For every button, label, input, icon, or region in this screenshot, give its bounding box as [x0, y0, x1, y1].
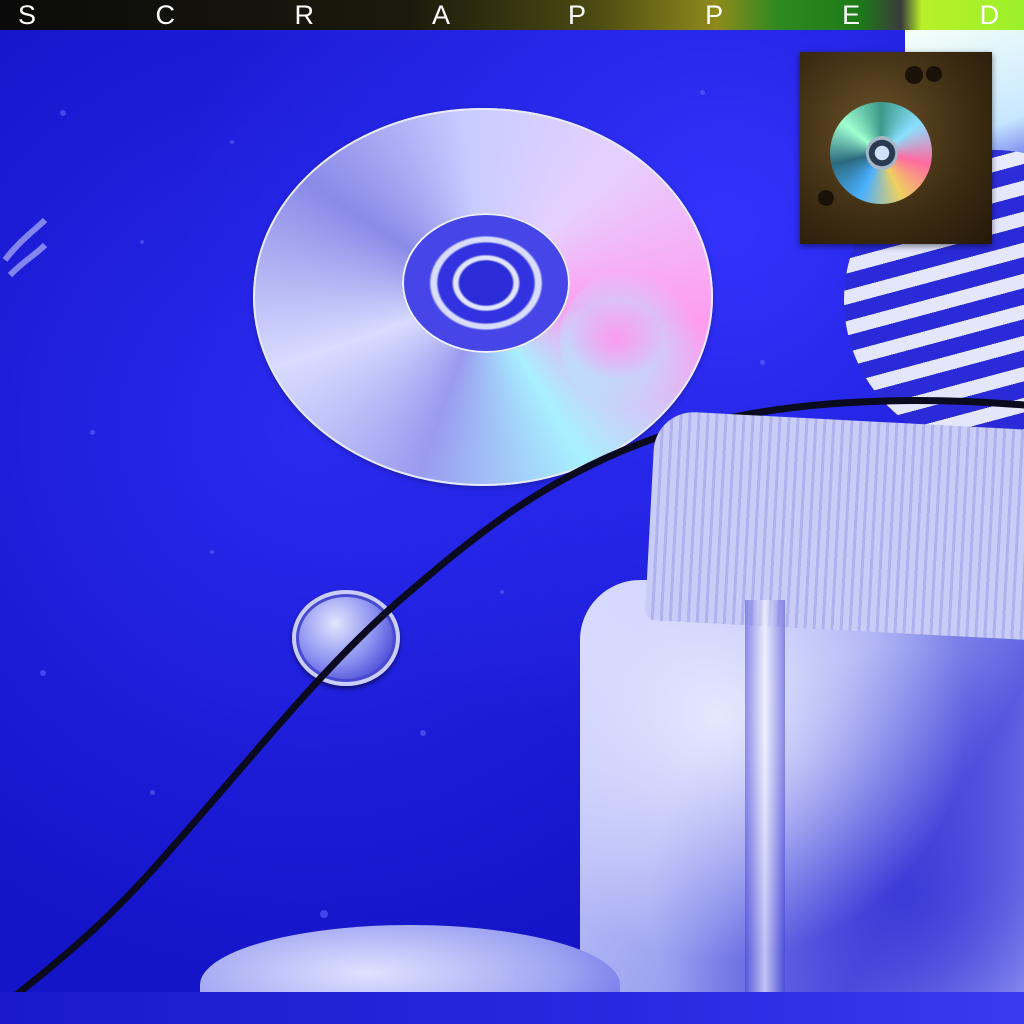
bottom-strip: [0, 992, 1024, 1024]
inset-photo: [800, 52, 992, 244]
album-title: S C R A P P E D: [18, 0, 1024, 30]
sweatshirt: [580, 580, 1024, 1024]
sweatshirt-fold: [745, 600, 785, 1024]
album-cover: S C R A P P E D: [0, 0, 1024, 1024]
sweatshirt-cuff: [644, 410, 1024, 640]
inset-cd-hub: [866, 136, 898, 170]
